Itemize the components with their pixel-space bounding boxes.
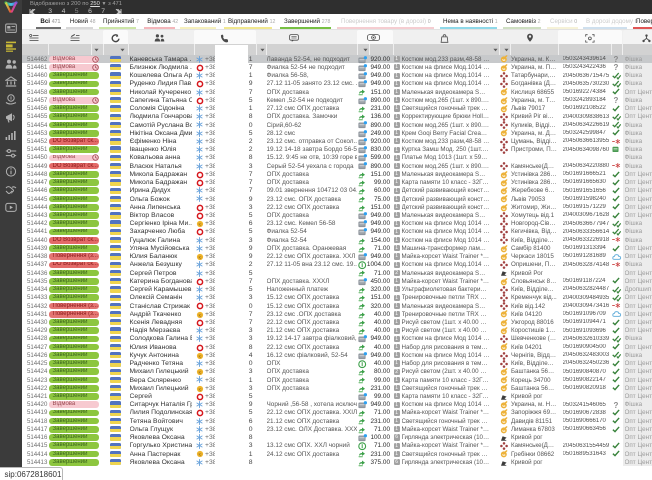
svg-text:lc: lc xyxy=(198,453,201,457)
svg-text:lc: lc xyxy=(198,387,201,391)
svg-text:lc: lc xyxy=(198,354,201,358)
svg-text:lc: lc xyxy=(198,313,201,317)
svg-text:lc: lc xyxy=(198,223,201,227)
svg-text:lc: lc xyxy=(198,256,201,260)
svg-text:lc: lc xyxy=(198,371,201,375)
